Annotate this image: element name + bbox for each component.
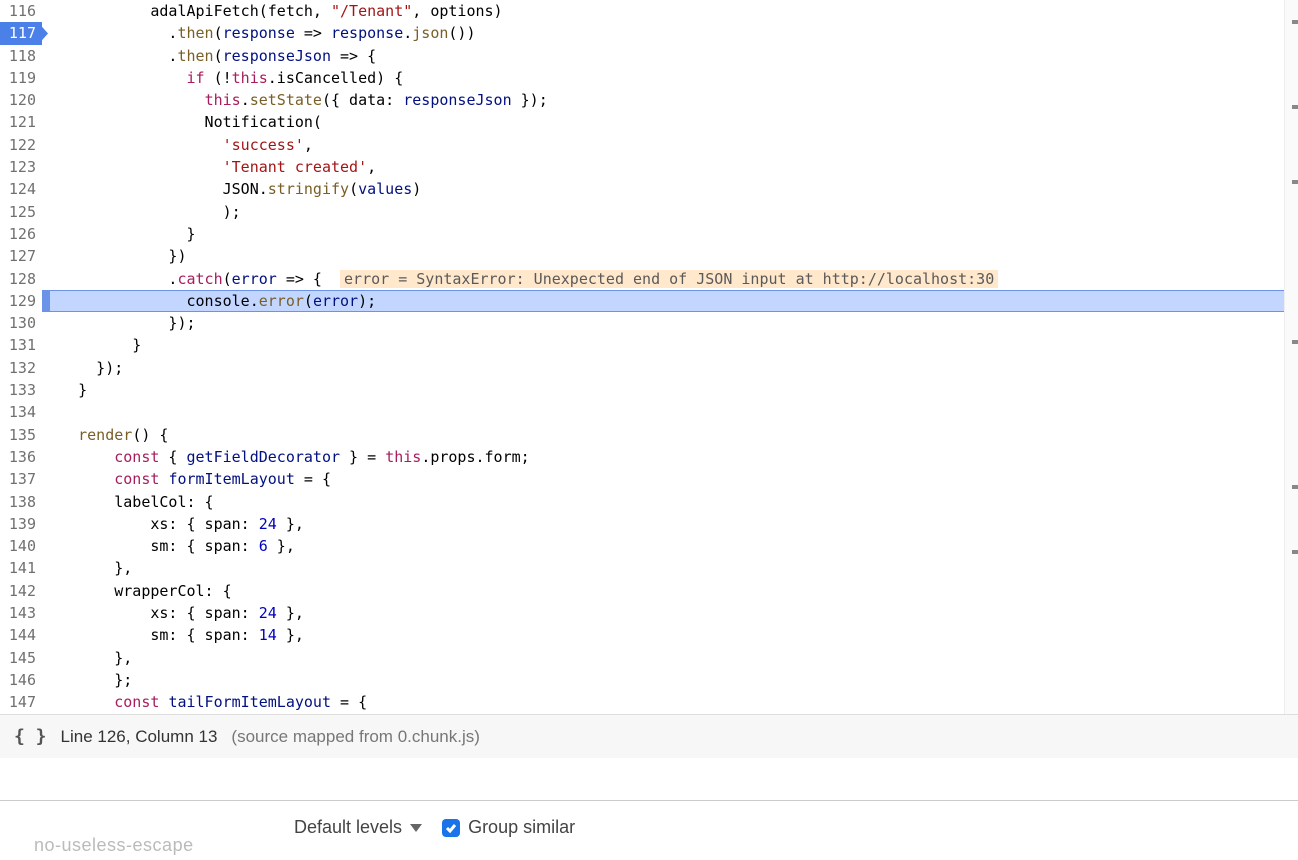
code-line[interactable]: } <box>42 223 1286 245</box>
code-line[interactable]: 'Tenant created', <box>42 156 1286 178</box>
line-number[interactable]: 129 <box>0 290 42 312</box>
code-line[interactable]: this.setState({ data: responseJson }); <box>42 89 1286 111</box>
code-line[interactable]: adalApiFetch(fetch, "/Tenant", options) <box>42 0 1286 22</box>
minimap-mark <box>1292 485 1298 489</box>
line-number[interactable]: 138 <box>0 491 42 513</box>
line-number[interactable]: 119 <box>0 67 42 89</box>
code-line[interactable]: sm: { span: 6 }, <box>42 535 1286 557</box>
line-number[interactable]: 136 <box>0 446 42 468</box>
line-number[interactable]: 143 <box>0 602 42 624</box>
line-number[interactable]: 133 <box>0 379 42 401</box>
line-number[interactable]: 123 <box>0 156 42 178</box>
code-line[interactable]: if (!this.isCancelled) { <box>42 67 1286 89</box>
code-line[interactable]: wrapperCol: { <box>42 580 1286 602</box>
minimap-mark <box>1292 105 1298 109</box>
code-line[interactable]: ); <box>42 201 1286 223</box>
code-line[interactable]: }); <box>42 312 1286 334</box>
line-number[interactable]: 128 <box>0 268 42 290</box>
log-levels-label: Default levels <box>294 817 402 838</box>
line-number[interactable]: 141 <box>0 557 42 579</box>
line-number[interactable]: 131 <box>0 334 42 356</box>
line-number[interactable]: 140 <box>0 535 42 557</box>
group-similar-toggle[interactable]: Group similar <box>442 817 575 838</box>
code-editor[interactable]: 1161171181191201211221231241251261271281… <box>0 0 1298 714</box>
line-number[interactable]: 132 <box>0 357 42 379</box>
code-line[interactable]: } <box>42 379 1286 401</box>
code-line[interactable]: }) <box>42 245 1286 267</box>
code-line[interactable]: labelCol: { <box>42 491 1286 513</box>
line-number[interactable]: 130 <box>0 312 42 334</box>
code-line[interactable]: }, <box>42 647 1286 669</box>
checkbox-checked-icon[interactable] <box>442 819 460 837</box>
code-line[interactable]: sm: { span: 14 }, <box>42 624 1286 646</box>
line-number[interactable]: 118 <box>0 45 42 67</box>
code-line[interactable]: render() { <box>42 424 1286 446</box>
line-number[interactable]: 125 <box>0 201 42 223</box>
code-line[interactable]: }); <box>42 357 1286 379</box>
log-levels-dropdown[interactable]: Default levels <box>294 817 422 838</box>
code-line[interactable]: } <box>42 334 1286 356</box>
minimap-scrollbar[interactable] <box>1284 0 1298 714</box>
line-number[interactable]: 134 <box>0 401 42 423</box>
line-number[interactable]: 144 <box>0 624 42 646</box>
source-map-info: (source mapped from 0.chunk.js) <box>231 727 480 747</box>
code-line[interactable]: const formItemLayout = { <box>42 468 1286 490</box>
execution-pointer-icon <box>42 290 50 312</box>
line-number[interactable]: 116 <box>0 0 42 22</box>
code-line[interactable]: const { getFieldDecorator } = this.props… <box>42 446 1286 468</box>
console-overflow-text: no-useless-escape <box>34 835 194 856</box>
minimap-mark <box>1292 550 1298 554</box>
line-number[interactable]: 135 <box>0 424 42 446</box>
pretty-print-icon[interactable]: { } <box>14 726 47 747</box>
code-area[interactable]: adalApiFetch(fetch, "/Tenant", options) … <box>42 0 1286 714</box>
line-number-gutter[interactable]: 1161171181191201211221231241251261271281… <box>0 0 42 714</box>
code-line[interactable]: xs: { span: 24 }, <box>42 513 1286 535</box>
code-line[interactable]: 'success', <box>42 134 1286 156</box>
minimap-mark <box>1292 340 1298 344</box>
line-number[interactable]: 137 <box>0 468 42 490</box>
editor-status-bar: { } Line 126, Column 13 (source mapped f… <box>0 714 1298 758</box>
code-line[interactable]: xs: { span: 24 }, <box>42 602 1286 624</box>
line-number[interactable]: 117 <box>0 22 42 44</box>
line-number[interactable]: 145 <box>0 647 42 669</box>
line-number[interactable]: 120 <box>0 89 42 111</box>
code-line[interactable]: .then(responseJson => { <box>42 45 1286 67</box>
line-number[interactable]: 126 <box>0 223 42 245</box>
console-filter-bar: Default levels Group similar no-useless-… <box>0 800 1298 854</box>
minimap-mark <box>1292 20 1298 24</box>
code-line[interactable]: JSON.stringify(values) <box>42 178 1286 200</box>
line-number[interactable]: 121 <box>0 111 42 133</box>
code-line[interactable]: }; <box>42 669 1286 691</box>
line-number[interactable]: 146 <box>0 669 42 691</box>
line-number[interactable]: 139 <box>0 513 42 535</box>
code-line[interactable]: .catch(error => { error = SyntaxError: U… <box>42 268 1286 290</box>
line-number[interactable]: 122 <box>0 134 42 156</box>
code-line[interactable]: const tailFormItemLayout = { <box>42 691 1286 713</box>
group-similar-label: Group similar <box>468 817 575 838</box>
code-line[interactable]: Notification( <box>42 111 1286 133</box>
line-number[interactable]: 142 <box>0 580 42 602</box>
code-line[interactable] <box>42 401 1286 423</box>
line-number[interactable]: 127 <box>0 245 42 267</box>
chevron-down-icon <box>410 824 422 832</box>
line-number[interactable]: 124 <box>0 178 42 200</box>
line-number[interactable]: 147 <box>0 691 42 713</box>
code-line[interactable]: console.error(error); <box>42 290 1286 312</box>
cursor-position: Line 126, Column 13 <box>61 727 218 747</box>
minimap-mark <box>1292 180 1298 184</box>
code-line[interactable]: .then(response => response.json()) <box>42 22 1286 44</box>
code-line[interactable]: }, <box>42 557 1286 579</box>
